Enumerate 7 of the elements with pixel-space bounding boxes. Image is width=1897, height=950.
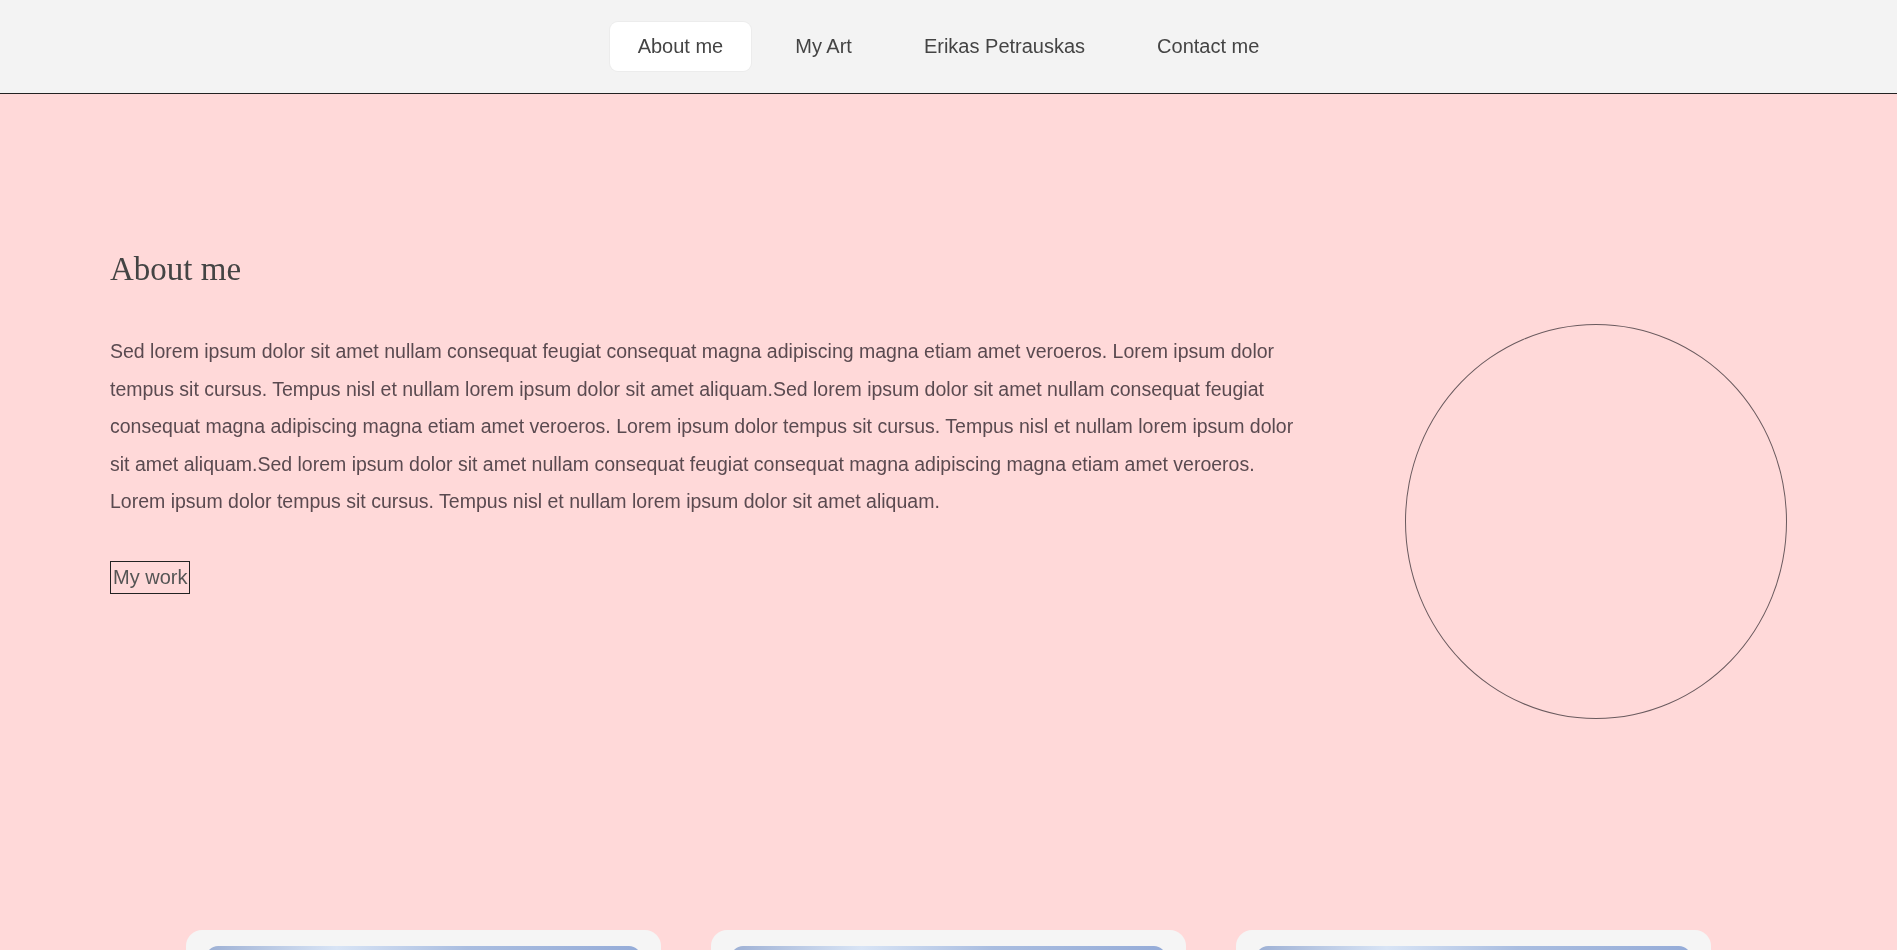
nav-tab[interactable]: Erikas Petrauskas bbox=[895, 22, 1114, 71]
section-heading: About me bbox=[110, 251, 242, 288]
my-work-button[interactable]: My work bbox=[110, 560, 191, 594]
nav-tab[interactable]: My Art bbox=[767, 22, 880, 71]
nav-tab[interactable]: About me bbox=[609, 22, 752, 71]
nav-tab[interactable]: Contact me bbox=[1129, 22, 1288, 71]
about-paragraph: Sed lorem ipsum dolor sit amet nullam consequat feugiat consequat magna adipiscing magna etiam amet veroeros. Lorem ipsum dolor tempus sit cursus. Tempus nisl et nullam lorem ipsum dolor sit amet aliquam.Sed lorem ipsum dolor sit amet nullam consequat feugiat consequat magna adipiscing magna etiam amet veroeros. Lorem ipsum dolor tempus sit cursus. Tempus nisl et nullam lorem ipsum dolor sit amet aliquam.Sed lorem ipsum dolor sit amet nullam consequat feugiat consequat magna adipiscing magna etiam amet veroeros. Lorem ipsum dolor tempus sit cursus. Tempus nisl et nullam lorem ipsum dolor sit amet aliquam. bbox=[110, 339, 1295, 514]
